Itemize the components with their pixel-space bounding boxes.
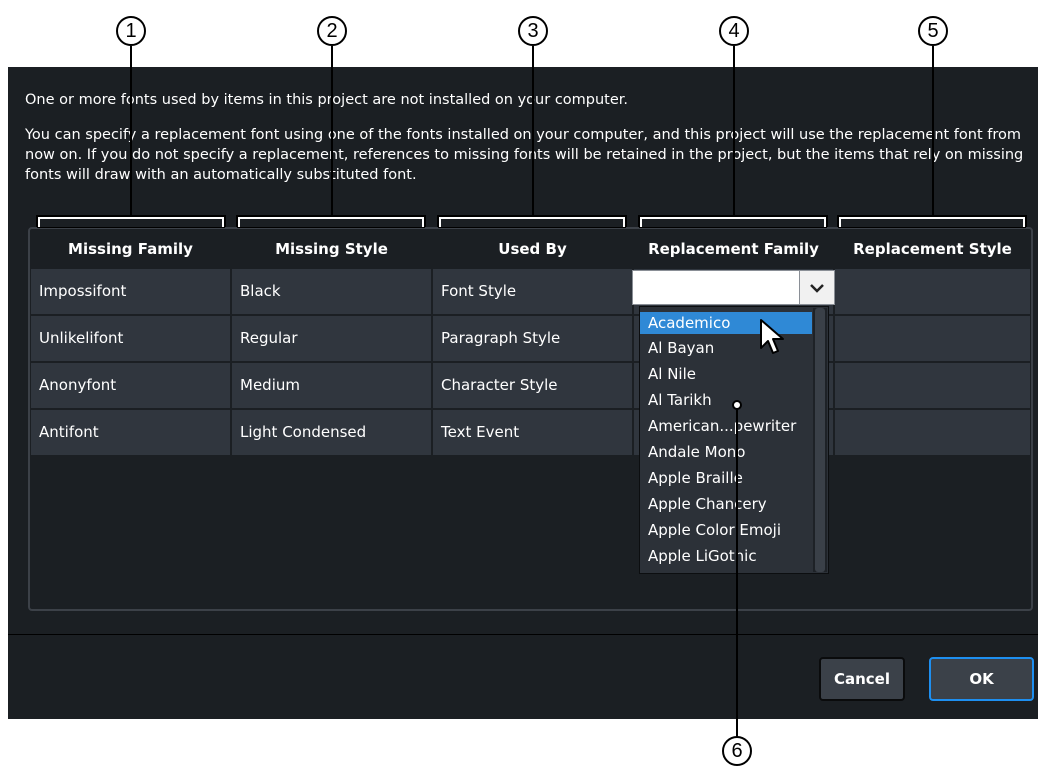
font-option[interactable]: Apple LiGothic <box>640 545 812 567</box>
callout-1: 1 <box>116 16 146 46</box>
font-option[interactable]: Al Tarikh <box>640 389 812 411</box>
header-used-by[interactable]: Used By <box>433 231 632 268</box>
callout-6-leader <box>736 404 738 737</box>
callout-3-leader <box>532 46 534 217</box>
header-replacement-family[interactable]: Replacement Family <box>634 231 833 268</box>
table-row[interactable]: Anonyfont Medium Character Style <box>31 363 1030 408</box>
font-option[interactable]: Apple Color Emoji <box>640 519 812 541</box>
cell-missing-style: Light Condensed <box>232 410 431 455</box>
table-row[interactable]: Unlikelifont Regular Paragraph Style <box>31 316 1030 361</box>
column-1-bracket <box>36 215 226 228</box>
font-dropdown-list[interactable]: Academico Al Bayan Al Nile Al Tarikh Ame… <box>639 306 829 574</box>
callout-6: 6 <box>722 736 752 766</box>
dropdown-scrollbar[interactable] <box>813 308 827 572</box>
font-option[interactable]: Al Nile <box>640 363 812 385</box>
header-missing-family[interactable]: Missing Family <box>31 231 230 268</box>
callout-2-leader <box>331 46 333 217</box>
cancel-button[interactable]: Cancel <box>819 657 905 701</box>
callout-4: 4 <box>719 16 749 46</box>
cell-replacement-style[interactable] <box>835 410 1030 455</box>
callout-6-dot <box>732 400 742 410</box>
table-row[interactable]: Antifont Light Condensed Text Event <box>31 410 1030 455</box>
mouse-cursor-icon <box>759 318 787 360</box>
cell-missing-style: Medium <box>232 363 431 408</box>
callout-1-leader <box>130 46 132 217</box>
replacement-family-select[interactable] <box>632 270 835 305</box>
cell-used-by: Character Style <box>433 363 632 408</box>
cell-replacement-style[interactable] <box>835 269 1030 314</box>
table-row[interactable]: Impossifont Black Font Style <box>31 269 1030 314</box>
cell-missing-family: Antifont <box>31 410 230 455</box>
cell-missing-family: Unlikelifont <box>31 316 230 361</box>
footer-divider <box>8 634 1038 635</box>
chevron-down-icon[interactable] <box>799 271 834 304</box>
header-missing-style[interactable]: Missing Style <box>232 231 431 268</box>
dialog-message-2: You can specify a replacement font using… <box>25 127 1024 183</box>
cell-missing-style: Regular <box>232 316 431 361</box>
font-option[interactable]: Apple Braille <box>640 467 812 489</box>
callout-5: 5 <box>918 16 948 46</box>
callout-2: 2 <box>317 16 347 46</box>
dialog-message-1: One or more fonts used by items in this … <box>25 92 629 108</box>
cell-replacement-style[interactable] <box>835 316 1030 361</box>
cell-missing-style: Black <box>232 269 431 314</box>
ok-button[interactable]: OK <box>929 657 1034 701</box>
column-3-bracket <box>437 215 627 228</box>
cell-used-by: Text Event <box>433 410 632 455</box>
column-2-bracket <box>236 215 426 228</box>
cell-used-by: Font Style <box>433 269 632 314</box>
column-5-bracket <box>837 215 1027 228</box>
callout-4-leader <box>733 46 735 217</box>
header-replacement-style[interactable]: Replacement Style <box>835 231 1030 268</box>
missing-fonts-dialog: One or more fonts used by items in this … <box>8 67 1038 719</box>
scrollbar-thumb[interactable] <box>815 308 825 572</box>
font-option[interactable]: American...pewriter <box>640 415 812 437</box>
column-4-bracket <box>638 215 828 228</box>
callout-3: 3 <box>518 16 548 46</box>
font-option[interactable]: Apple Chancery <box>640 493 812 515</box>
font-option[interactable]: Andale Mono <box>640 441 812 463</box>
cell-used-by: Paragraph Style <box>433 316 632 361</box>
callout-5-leader <box>932 46 934 217</box>
cell-replacement-style[interactable] <box>835 363 1030 408</box>
cell-missing-family: Anonyfont <box>31 363 230 408</box>
cell-missing-family: Impossifont <box>31 269 230 314</box>
